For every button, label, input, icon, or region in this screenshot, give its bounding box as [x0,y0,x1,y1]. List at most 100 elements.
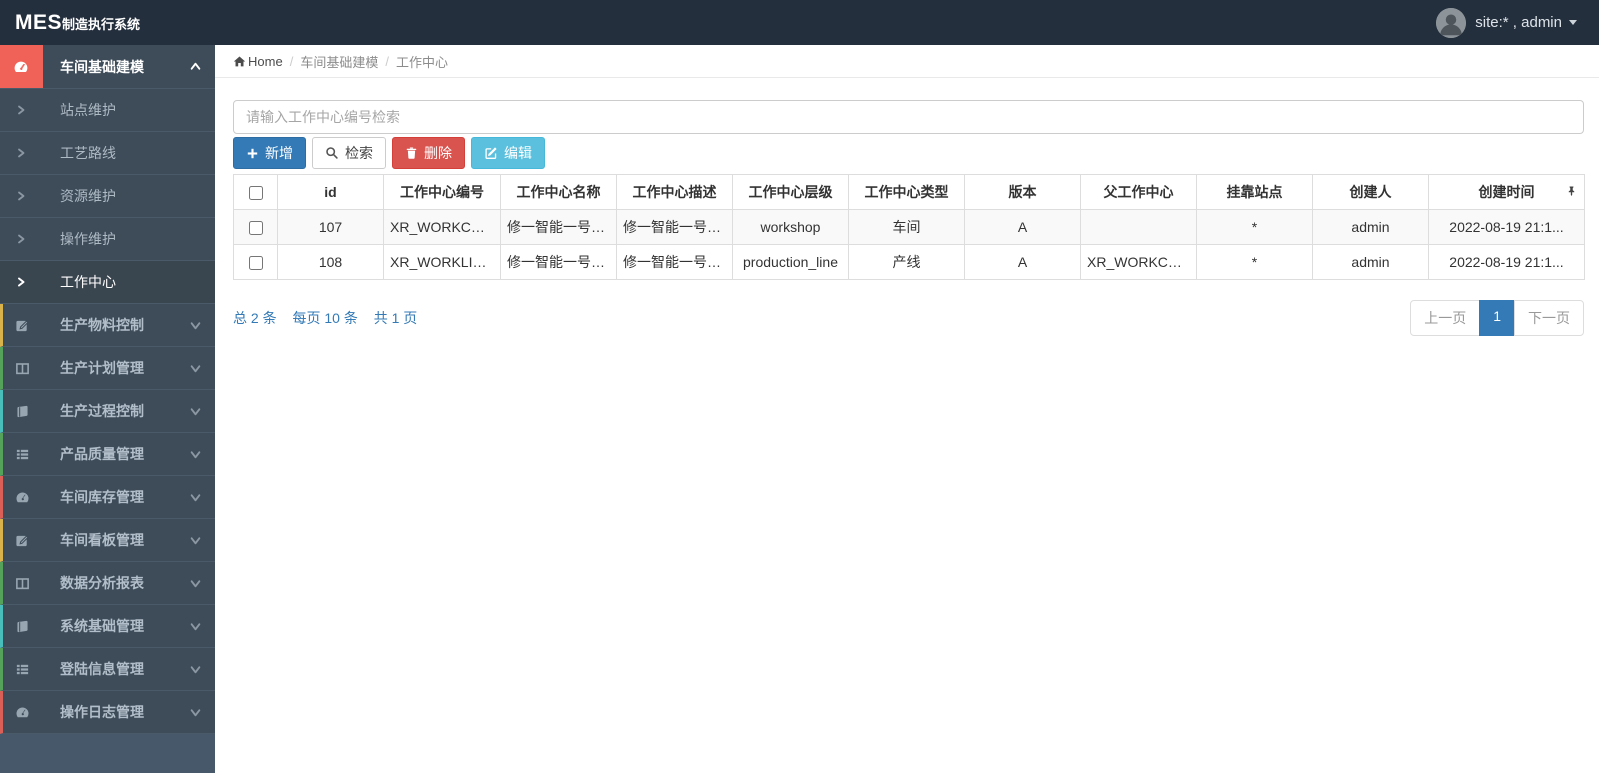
column-header-creator[interactable]: 创建人 [1312,174,1429,210]
caret-down-icon [1569,20,1577,25]
sidebar-item-production-material-control[interactable]: 生产物料控制 [0,304,215,347]
pagination-summary: 总 2 条 每页 10 条 共 1 页 [233,308,429,328]
top-navbar: MES 制造执行系统 site:* , admin [0,0,1599,45]
pin-icon[interactable] [1566,184,1577,200]
column-header-desc[interactable]: 工作中心描述 [616,174,733,210]
user-label: site:* , admin [1475,14,1562,31]
chevron-down-icon [190,390,215,432]
next-page-button[interactable]: 下一页 [1514,300,1584,336]
sidebar-item-workshop-basic-modeling[interactable]: 车间基础建模 [0,45,215,89]
chevron-down-icon [190,519,215,561]
user-menu[interactable]: site:* , admin [1436,7,1599,38]
search-icon [325,146,339,160]
chevron-down-icon [190,476,215,518]
edit-button[interactable]: 编辑 [471,137,545,169]
breadcrumb-home-link[interactable]: Home [233,54,283,69]
sidebar-item-label: 车间基础建模 [60,58,144,75]
chevron-down-icon [190,304,215,346]
columns-icon [3,562,43,604]
avatar-image [1436,7,1467,38]
sidebar-item-label: 登陆信息管理 [60,661,144,677]
row-checkbox[interactable] [248,221,263,236]
pagination-page-count: 共 1 页 [373,310,418,326]
toolbar: 新增 检索 删除 编辑 [233,137,1584,169]
avatar[interactable] [1436,7,1467,38]
select-all-checkbox[interactable] [248,186,263,201]
column-header-type[interactable]: 工作中心类型 [848,174,965,210]
column-header-created[interactable]: 创建时间 [1428,174,1585,210]
sidebar-item-label: 产品质量管理 [60,446,144,462]
sidebar-filler [0,734,215,773]
pagination-controls: 上一页 1 下一页 [1410,300,1584,336]
book-icon [3,390,43,432]
work-center-search-input[interactable] [233,100,1584,134]
home-icon [233,55,246,66]
sidebar-subitem-station-maintenance[interactable]: 站点维护 [0,89,215,132]
select-all-cell [233,174,278,210]
sidebar-subitem-process-route[interactable]: 工艺路线 [0,132,215,175]
sidebar-item-label: 操作日志管理 [60,704,144,720]
page-1-button[interactable]: 1 [1479,300,1515,336]
sidebar-item-data-analysis-reports[interactable]: 数据分析报表 [0,562,215,605]
search-button-label: 检索 [345,145,373,161]
gauge-icon [3,476,43,518]
table-header-row: id 工作中心编号 工作中心名称 工作中心描述 工作中心层级 工作中心类型 版本… [233,174,1585,210]
chevron-down-icon [190,433,215,475]
chevron-down-icon [190,562,215,604]
gauge-icon [3,691,43,733]
column-header-station[interactable]: 挂靠站点 [1196,174,1313,210]
add-button-label: 新增 [265,145,293,161]
book-icon [3,605,43,647]
add-button[interactable]: 新增 [233,137,306,169]
app-logo: MES 制造执行系统 [0,11,215,35]
table-row[interactable]: 108 XR_WORKLINE... 修一智能一号S... 修一智能一号S...… [233,244,1585,280]
prev-page-button[interactable]: 上一页 [1410,300,1481,336]
table-row[interactable]: 107 XR_WORKCEN... 修一智能一号车间 修一智能一号车间 work… [233,209,1585,245]
sidebar-item-production-plan-management[interactable]: 生产计划管理 [0,347,215,390]
sidebar-subitem-operation-maintenance[interactable]: 操作维护 [0,218,215,261]
plus-icon [246,147,259,160]
column-header-created-label: 创建时间 [1478,184,1535,200]
chevron-right-icon [0,89,43,131]
column-header-level[interactable]: 工作中心层级 [732,174,849,210]
sidebar-item-login-info-management[interactable]: 登陆信息管理 [0,648,215,691]
breadcrumb-page: 工作中心 [395,54,448,70]
sidebar-item-product-quality-management[interactable]: 产品质量管理 [0,433,215,476]
column-header-code[interactable]: 工作中心编号 [383,174,501,210]
content-panel: 新增 检索 删除 编辑 [215,78,1599,336]
chevron-right-icon [0,132,43,174]
breadcrumb-separator: / [385,53,389,69]
cell-station: * [1196,244,1313,280]
cell-type: 车间 [848,209,965,245]
sidebar-item-system-basic-management[interactable]: 系统基础管理 [0,605,215,648]
chevron-down-icon [190,347,215,389]
cell-level: workshop [732,209,849,245]
delete-button[interactable]: 删除 [392,137,465,169]
search-button[interactable]: 检索 [312,137,386,169]
chevron-down-icon [190,605,215,647]
sidebar-item-production-process-control[interactable]: 生产过程控制 [0,390,215,433]
sidebar-subitem-label: 工作中心 [60,274,116,290]
sidebar-subitem-work-center[interactable]: 工作中心 [0,261,215,304]
sidebar-item-workshop-kanban-management[interactable]: 车间看板管理 [0,519,215,562]
cell-type: 产线 [848,244,965,280]
column-header-id[interactable]: id [277,174,384,210]
pagination-per-page: 每页 10 条 [292,310,358,326]
edit-icon [3,304,43,346]
sidebar-subitem-resource-maintenance[interactable]: 资源维护 [0,175,215,218]
breadcrumb-separator: / [289,53,294,69]
cell-level: production_line [732,244,849,280]
cell-id: 107 [277,209,384,245]
column-header-parent[interactable]: 父工作中心 [1080,174,1197,210]
column-header-version[interactable]: 版本 [964,174,1081,210]
trash-icon [405,146,418,160]
sidebar-item-operation-log-management[interactable]: 操作日志管理 [0,691,215,734]
cell-parent [1080,209,1197,245]
edit-icon [484,146,498,160]
sidebar-item-workshop-inventory-management[interactable]: 车间库存管理 [0,476,215,519]
sidebar-subitem-label: 工艺路线 [60,145,116,161]
sidebar-item-label: 车间库存管理 [60,489,144,505]
row-checkbox[interactable] [248,256,263,271]
breadcrumb-section[interactable]: 车间基础建模 [300,52,378,71]
column-header-name[interactable]: 工作中心名称 [500,174,617,210]
